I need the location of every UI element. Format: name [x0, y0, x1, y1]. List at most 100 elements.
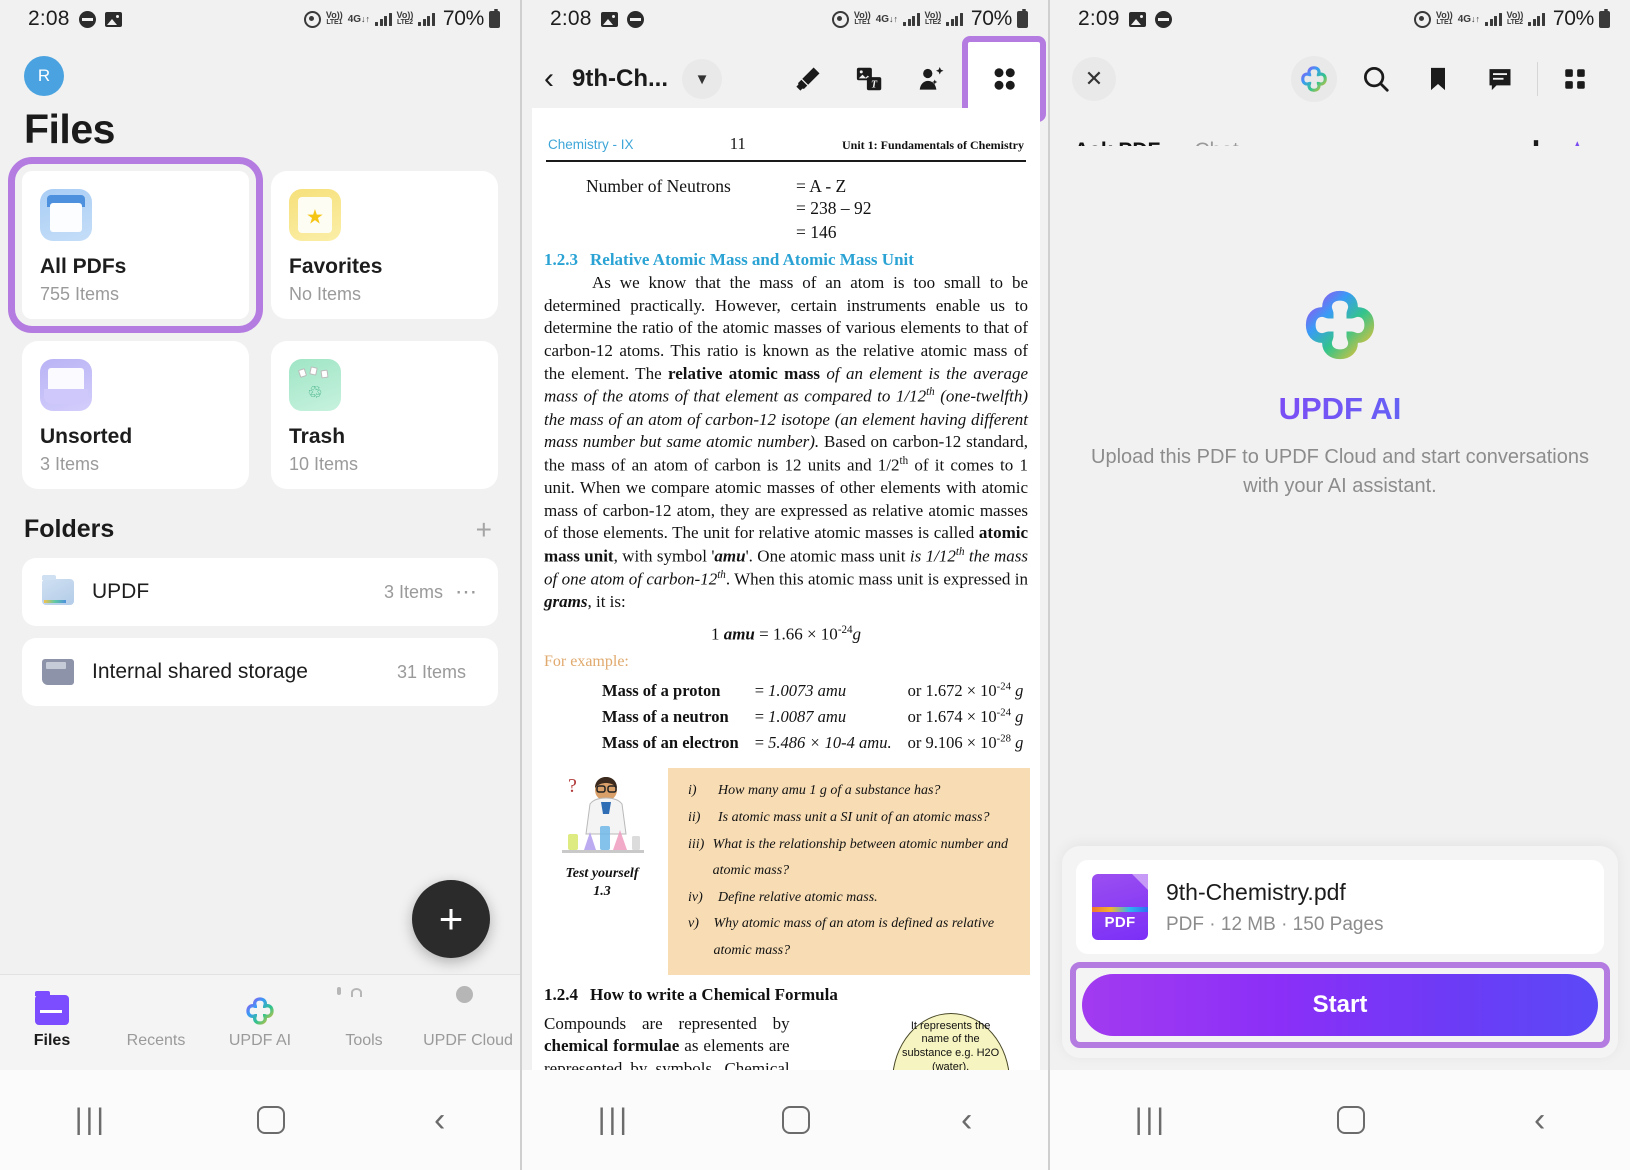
tab-label: UPDF Cloud — [423, 1032, 513, 1049]
battery-percent: 70% — [1552, 7, 1594, 30]
image-icon — [600, 11, 618, 27]
upload-sheet: PDF 9th-Chemistry.pdf PDF · 12 MB · 150 … — [1062, 846, 1618, 1058]
quick-access-cards: All PDFs 755 Items ★ Favorites No Items … — [0, 153, 520, 489]
card-trash[interactable]: ♲ Trash 10 Items — [271, 341, 498, 489]
card-all-pdfs[interactable]: All PDFs 755 Items — [8, 157, 263, 333]
test-yourself-number: 1.3 — [593, 884, 611, 900]
question-number: i) — [688, 783, 697, 799]
neutrons-row: Number of Neutrons = A - Z — [542, 176, 1030, 197]
folder-row-updf[interactable]: UPDF 3 Items ⋯ — [22, 558, 498, 626]
tab-tools[interactable]: Tools — [312, 995, 416, 1050]
mass-value: 1.0087 amu — [768, 706, 847, 726]
hotspot-icon — [303, 10, 321, 28]
search-icon[interactable] — [1345, 54, 1407, 104]
folder-count: 3 Items — [383, 581, 443, 602]
folder-row-internal-storage[interactable]: Internal shared storage 31 Items — [22, 638, 498, 706]
home-icon[interactable] — [1336, 1106, 1365, 1134]
amu-equation: 1 amu = 1.66 × 10-24g — [542, 624, 1030, 645]
question-item: ii) Is atomic mass unit a SI unit of an a… — [676, 805, 1020, 832]
status-bar-mid: 2:08 Vo)) LTE1 4G↓↑ Vo)) LTE2 70% — [522, 0, 1048, 38]
chevron-left-icon[interactable]: ‹ — [544, 62, 554, 96]
chevron-down-icon[interactable]: ▼ — [682, 59, 722, 99]
back-icon[interactable]: ‹ — [434, 1103, 445, 1137]
tab-updf-cloud[interactable]: UPDF Cloud — [416, 995, 520, 1050]
pdf-body: Number of Neutrons = A - Z = 238 – 92 = … — [542, 176, 1040, 1092]
plus-icon[interactable]: + — [476, 515, 492, 544]
updf-ai-screen: 2:09 Vo)) LTE1 4G↓↑ Vo)) LTE2 70% ✕ UPDF… — [1048, 0, 1630, 1170]
para-seg: relative atomic mass — [667, 363, 821, 383]
start-button-highlight: Start — [1070, 962, 1610, 1048]
start-button[interactable]: Start — [1082, 974, 1598, 1036]
clock-icon — [139, 995, 173, 1025]
signal-bars-2-icon — [946, 12, 963, 26]
folder-icon — [42, 575, 74, 605]
ai-image-icon[interactable] — [901, 52, 963, 106]
eq-sup: -24 — [837, 624, 853, 637]
hotspot-icon — [831, 10, 849, 28]
grid-view-icon[interactable] — [962, 36, 1046, 122]
neutrons-eq3: = 146 — [796, 221, 837, 242]
signal-bars-1-icon — [903, 12, 920, 26]
status-time: 2:09 — [1078, 7, 1120, 30]
file-card[interactable]: PDF 9th-Chemistry.pdf PDF · 12 MB · 150 … — [1076, 860, 1604, 954]
card-favorites[interactable]: ★ Favorites No Items — [271, 171, 498, 319]
para-seg: Compounds are represented by — [544, 1013, 790, 1033]
para-seg: . When this atomic mass unit is expresse… — [725, 569, 1028, 589]
tab-updf-ai[interactable]: UPDF AI — [208, 995, 312, 1050]
tab-label: UPDF AI — [228, 1032, 292, 1049]
back-icon[interactable]: ‹ — [961, 1103, 972, 1137]
recents-icon[interactable]: ||| — [598, 1103, 630, 1137]
mass-alt: or 1.672 × 10-24 g — [907, 680, 1024, 700]
battery-percent: 70% — [970, 7, 1012, 30]
close-icon[interactable]: ✕ — [1072, 57, 1116, 101]
files-icon — [35, 991, 69, 1025]
tab-recents[interactable]: Recents — [104, 995, 208, 1050]
highlighter-icon[interactable] — [777, 52, 839, 106]
para-seg: is 1/12 — [909, 546, 956, 566]
grid-view-icon[interactable] — [1544, 54, 1606, 104]
battery-icon — [489, 8, 500, 28]
signal-bars-2-icon — [1528, 12, 1545, 26]
question-item: iv) Define relative atomic mass. — [676, 885, 1020, 912]
favorites-icon: ★ — [289, 189, 341, 241]
network-4g-icon: 4G↓↑ — [1457, 13, 1481, 25]
image-to-text-icon[interactable]: T — [839, 52, 901, 106]
status-bar-right: 2:09 Vo)) LTE1 4G↓↑ Vo)) LTE2 70% — [1050, 0, 1630, 38]
volte2-icon: Vo)) LTE2 — [396, 10, 414, 27]
home-icon[interactable] — [781, 1106, 810, 1134]
hotspot-icon — [1413, 10, 1431, 28]
table-row: Mass of a proton = 1.0073 amu or 1.672 ×… — [602, 679, 1037, 703]
do-not-disturb-icon — [78, 10, 96, 28]
three-panel-screenshot: 2:08 Vo)) LTE1 4G↓↑ Vo)) LTE2 70% R Files — [0, 0, 1630, 1170]
more-options-icon[interactable]: ⋯ — [455, 581, 478, 603]
section-title: How to write a Chemical Formula — [590, 984, 838, 1004]
network-4g-icon: 4G↓↑ — [875, 13, 899, 25]
battery-icon — [1599, 8, 1610, 28]
para-seg: grams — [544, 592, 588, 612]
back-icon[interactable]: ‹ — [1534, 1103, 1545, 1137]
pdf-page[interactable]: Chemistry - IX 11 Unit 1: Fundamentals o… — [532, 108, 1040, 1092]
status-time: 2:08 — [550, 7, 592, 30]
section-number: 1.2.3 — [544, 250, 578, 270]
toolbar-divider — [965, 63, 966, 95]
updf-ai-clover-icon[interactable] — [1283, 54, 1345, 104]
eq-seg: 1 — [710, 624, 724, 644]
recents-icon[interactable]: ||| — [75, 1103, 107, 1137]
card-unsorted[interactable]: Unsorted 3 Items — [22, 341, 249, 489]
svg-text:?: ? — [568, 775, 577, 797]
avatar[interactable]: R — [24, 56, 64, 96]
mass-name: Mass of a neutron — [602, 706, 729, 726]
bookmark-icon[interactable] — [1407, 54, 1469, 104]
tab-label: Tools — [345, 1032, 383, 1049]
para-seg: chemical formulae — [544, 1036, 680, 1056]
add-fab-button[interactable]: + — [412, 880, 490, 958]
home-icon[interactable] — [256, 1106, 285, 1134]
cloud-icon — [451, 995, 485, 1025]
comment-icon[interactable] — [1469, 54, 1531, 104]
neutrons-eq2: = 238 – 92 — [796, 198, 872, 218]
folder-name: UPDF — [92, 580, 150, 603]
recents-icon[interactable]: ||| — [1135, 1103, 1167, 1137]
card-title: Trash — [289, 425, 346, 448]
unsorted-icon — [40, 359, 92, 411]
tab-files[interactable]: Files — [0, 991, 104, 1050]
